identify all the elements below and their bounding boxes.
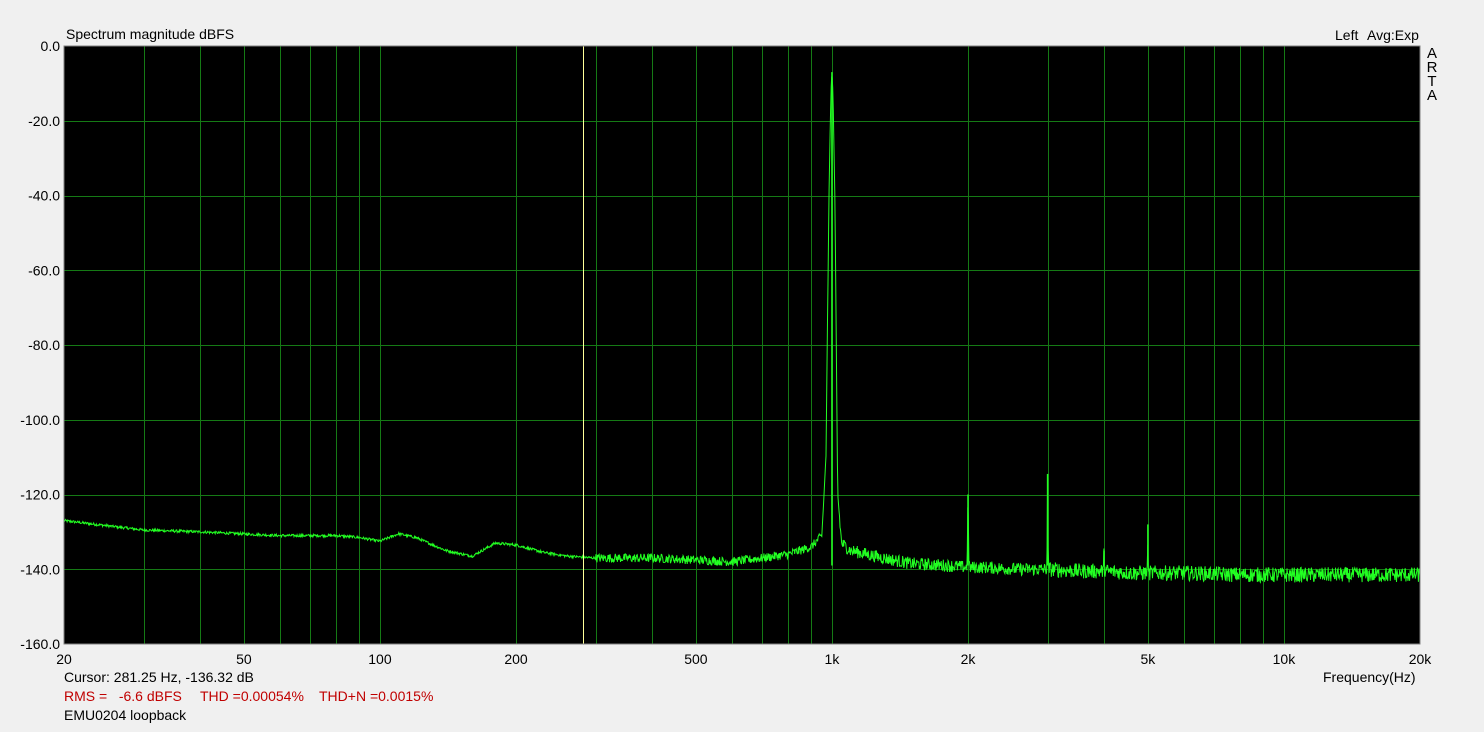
x-tick-label: 20 (56, 651, 72, 667)
x-axis-label: Frequency(Hz) (1323, 669, 1416, 685)
averaging-label: Avg:Exp (1367, 27, 1419, 43)
cursor-readout: Cursor: 281.25 Hz, -136.32 dB (64, 669, 254, 685)
y-tick-label: -120.0 (20, 487, 60, 503)
y-tick-labels: 0.0 -20.0 -40.0 -60.0 -80.0 -100.0 -120.0 -140.… (20, 38, 60, 652)
x-tick-label: 500 (684, 651, 708, 667)
y-tick-label: -60.0 (28, 262, 60, 278)
spectrum-chart: 0.0 -20.0 -40.0 -60.0 -80.0 -100.0 -120.0 -140.… (0, 0, 1484, 727)
x-tick-labels: 20 50 100 200 500 1k 2k 5k 10k 20k (56, 651, 1432, 667)
thdn-readout: THD+N =0.0015% (319, 688, 434, 704)
x-tick-label: 2k (961, 651, 977, 667)
y-tick-label: -140.0 (20, 561, 60, 577)
x-tick-label: 100 (368, 651, 392, 667)
y-tick-label: -20.0 (28, 113, 60, 129)
y-tick-label: -40.0 (28, 188, 60, 204)
channel-label: Left (1335, 27, 1359, 43)
y-tick-label: -100.0 (20, 412, 60, 428)
x-tick-label: 10k (1273, 651, 1297, 667)
y-tick-label: -160.0 (20, 636, 60, 652)
rms-readout: RMS = -6.6 dBFS (64, 688, 182, 704)
x-tick-label: 20k (1409, 651, 1433, 667)
y-tick-label: 0.0 (41, 38, 61, 54)
x-tick-label: 1k (825, 651, 841, 667)
spectrum-chart-svg[interactable]: 0.0 -20.0 -40.0 -60.0 -80.0 -100.0 -120.0 -140.… (0, 0, 1484, 727)
thd-readout: THD =0.00054% (200, 688, 304, 704)
x-tick-label: 200 (504, 651, 528, 667)
arta-letter: A (1426, 87, 1437, 104)
x-tick-label: 5k (1140, 651, 1156, 667)
x-tick-label: 50 (236, 651, 252, 667)
arta-logo: A R T A (1425, 46, 1439, 104)
y-tick-label: -80.0 (28, 337, 60, 353)
chart-title: Spectrum magnitude dBFS (66, 26, 235, 42)
device-label: EMU0204 loopback (64, 707, 187, 723)
